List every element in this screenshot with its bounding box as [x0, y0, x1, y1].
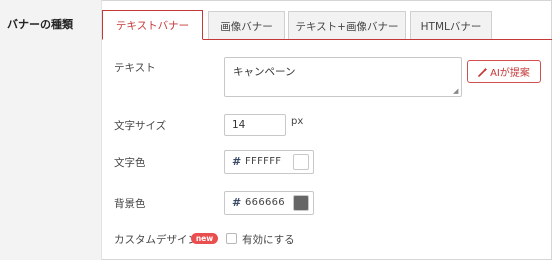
custom-design-label: カスタムデザイン: [114, 234, 198, 246]
bg-color-label: 背景色: [114, 198, 146, 210]
banner-text-input[interactable]: キャンペーン ◢: [224, 57, 462, 97]
font-size-unit: px: [291, 116, 304, 127]
tab-image-banner[interactable]: 画像バナー: [208, 11, 285, 40]
bg-color-value: 666666: [245, 197, 285, 208]
resize-grip-icon[interactable]: ◢: [453, 88, 460, 95]
text-label: テキスト: [114, 62, 156, 74]
tab-text-banner[interactable]: テキストバナー: [102, 10, 203, 40]
magic-wand-icon: [478, 67, 488, 77]
font-size-label: 文字サイズ: [114, 120, 167, 132]
ai-suggest-button[interactable]: AIが提案: [467, 60, 541, 83]
custom-design-checkbox[interactable]: [226, 233, 237, 244]
text-color-swatch[interactable]: [293, 154, 309, 170]
section-label-column: バナーの種類: [0, 0, 102, 260]
ai-suggest-label: AIが提案: [490, 68, 530, 79]
tab-text-image-banner[interactable]: テキスト+画像バナー: [288, 11, 406, 40]
text-color-value: FFFFFF: [245, 156, 282, 167]
hash-icon: #: [232, 196, 242, 209]
tab-html-banner[interactable]: HTMLバナー: [410, 11, 492, 40]
bg-color-swatch[interactable]: [293, 195, 309, 211]
custom-design-checkbox-label[interactable]: 有効にする: [242, 232, 295, 247]
bg-color-field[interactable]: # 666666: [224, 191, 314, 215]
hash-icon: #: [232, 155, 242, 168]
section-label: バナーの種類: [7, 18, 73, 31]
banner-text-value: キャンペーン: [233, 66, 296, 78]
new-badge: new: [191, 233, 218, 244]
banner-type-tabs: テキストバナー 画像バナー テキスト+画像バナー HTMLバナー: [102, 0, 552, 40]
text-color-field[interactable]: # FFFFFF: [224, 150, 314, 174]
text-color-label: 文字色: [114, 157, 146, 169]
font-size-input[interactable]: 14: [224, 114, 286, 136]
